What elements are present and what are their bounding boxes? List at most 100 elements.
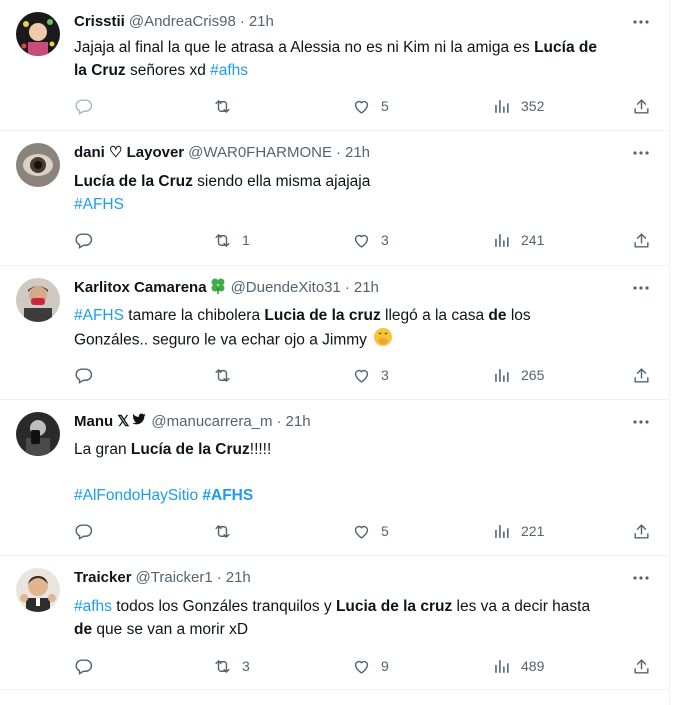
retweet-button[interactable] bbox=[213, 519, 232, 543]
tweet[interactable]: dani ♡ Layover @WAR0FHARMONE · 21h Lucía de … bbox=[0, 131, 669, 266]
hashtag-link[interactable]: #afhs bbox=[74, 598, 112, 615]
like-button[interactable]: 5 bbox=[352, 94, 389, 118]
more-options-icon[interactable] bbox=[631, 412, 651, 432]
timeline: Crisstii @AndreaCris98 · 21h Jajaja al final… bbox=[0, 0, 670, 705]
bold-text: de bbox=[74, 621, 93, 638]
tweet-text: Jajaja al final la que le atrasa a Aless… bbox=[74, 36, 654, 82]
reply-button[interactable] bbox=[74, 94, 93, 118]
heart-icon bbox=[352, 231, 371, 250]
views-count: 265 bbox=[521, 367, 545, 383]
more-options-icon[interactable] bbox=[631, 568, 651, 588]
retweet-button[interactable] bbox=[213, 363, 232, 387]
avatar[interactable] bbox=[16, 12, 60, 56]
timestamp[interactable]: 21h bbox=[286, 412, 311, 432]
text-segment: tamare la chibolera bbox=[123, 307, 265, 324]
views-chart-icon bbox=[492, 97, 511, 116]
tweet[interactable]: Karlitox Camarena @DuendeXito31 · 21h #AFHS … bbox=[0, 266, 669, 400]
reply-button[interactable] bbox=[74, 654, 93, 678]
views-button[interactable]: 241 bbox=[492, 228, 544, 252]
tweet[interactable]: Traicker @Traicker1 · 21h #afhs todos los Go… bbox=[0, 556, 669, 690]
tweet-text: #afhs todos los Gonzáles tranquilos y Lu… bbox=[74, 595, 654, 641]
retweet-button[interactable]: 3 bbox=[213, 654, 250, 678]
avatar[interactable] bbox=[16, 568, 60, 612]
separator-dot: · bbox=[336, 144, 341, 161]
tweet-text-line: #AFHS bbox=[74, 193, 654, 216]
bold-text: Lucía de la Cruz bbox=[74, 173, 193, 190]
tweet-header: Traicker @Traicker1 · 21h bbox=[74, 568, 251, 588]
tweet[interactable]: Crisstii @AndreaCris98 · 21h Jajaja al final… bbox=[0, 0, 669, 131]
user-handle[interactable]: @AndreaCris98 bbox=[129, 12, 236, 32]
tweet-actions: 5 221 bbox=[74, 519, 654, 543]
user-handle[interactable]: @DuendeXito31 bbox=[231, 278, 341, 298]
avatar[interactable] bbox=[16, 278, 60, 322]
text-segment: !!!!! bbox=[249, 441, 272, 458]
views-chart-icon bbox=[492, 231, 511, 250]
views-button[interactable]: 221 bbox=[492, 519, 544, 543]
tweet-text-line: Lucía de la Cruz siendo ella misma ajaja… bbox=[74, 170, 654, 193]
reply-button[interactable] bbox=[74, 363, 93, 387]
avatar[interactable] bbox=[16, 412, 60, 456]
display-name[interactable]: dani ♡ Layover bbox=[74, 143, 184, 163]
hashtag-link[interactable]: #AFHS bbox=[74, 196, 124, 213]
views-count: 221 bbox=[521, 523, 545, 539]
reply-button[interactable] bbox=[74, 519, 93, 543]
more-options-icon[interactable] bbox=[631, 143, 651, 163]
retweet-icon bbox=[213, 366, 232, 385]
like-button[interactable]: 5 bbox=[352, 519, 389, 543]
retweet-icon bbox=[213, 657, 232, 676]
retweet-icon bbox=[213, 522, 232, 541]
user-handle[interactable]: @WAR0FHARMONE bbox=[188, 143, 332, 163]
retweet-button[interactable] bbox=[213, 94, 232, 118]
display-name[interactable]: Karlitox Camarena bbox=[74, 278, 207, 298]
retweet-button[interactable]: 1 bbox=[213, 228, 250, 252]
reply-icon bbox=[74, 522, 93, 541]
share-button[interactable] bbox=[632, 519, 651, 543]
display-name[interactable]: Traicker bbox=[74, 568, 132, 588]
share-button[interactable] bbox=[632, 228, 651, 252]
tweet-actions: 3 9 489 bbox=[74, 654, 654, 678]
tweet-text-line: Gonzáles.. seguro le va echar ojo a Jimm… bbox=[74, 327, 654, 354]
like-button[interactable]: 3 bbox=[352, 228, 389, 252]
likes-count: 5 bbox=[381, 523, 389, 539]
bold-text: de bbox=[488, 307, 507, 324]
tweet-text-line: la Cruz señores xd #afhs bbox=[74, 59, 654, 82]
heart-icon bbox=[352, 657, 371, 676]
tweet-actions: 1 3 241 bbox=[74, 228, 654, 252]
display-name[interactable]: Crisstii bbox=[74, 12, 125, 32]
views-chart-icon bbox=[492, 522, 511, 541]
user-handle[interactable]: @Traicker1 bbox=[136, 568, 213, 588]
more-options-icon[interactable] bbox=[631, 12, 651, 32]
likes-count: 3 bbox=[381, 232, 389, 248]
display-name[interactable]: Manu 𝕏 bbox=[74, 412, 129, 432]
avatar[interactable] bbox=[16, 143, 60, 187]
text-segment: todos los Gonzáles tranquilos y bbox=[111, 598, 336, 615]
share-button[interactable] bbox=[632, 94, 651, 118]
views-button[interactable]: 265 bbox=[492, 363, 544, 387]
hashtag-link[interactable]: #afhs bbox=[210, 62, 248, 79]
like-button[interactable]: 9 bbox=[352, 654, 389, 678]
timestamp[interactable]: 21h bbox=[354, 278, 379, 298]
hashtag-link[interactable]: #AFHS bbox=[202, 487, 253, 504]
tweet-text: Lucía de la Cruz siendo ella misma ajaja… bbox=[74, 170, 654, 216]
user-handle[interactable]: @manucarrera_m bbox=[151, 412, 272, 432]
hashtag-link[interactable]: #AFHS bbox=[74, 307, 124, 324]
more-options-icon[interactable] bbox=[631, 278, 651, 298]
tweet-text: La gran Lucía de la Cruz!!!!! #AlFondoHa… bbox=[74, 438, 654, 507]
tweet[interactable]: Manu 𝕏 @manucarrera_m · 21h La gran Lucía de… bbox=[0, 400, 669, 556]
share-icon bbox=[632, 366, 651, 385]
text-segment: llegó a la casa bbox=[380, 307, 489, 324]
text-segment: que se van a morir xD bbox=[92, 621, 249, 638]
reply-button[interactable] bbox=[74, 228, 93, 252]
share-button[interactable] bbox=[632, 363, 651, 387]
hashtag-link[interactable]: #AlFondoHaySitio bbox=[74, 487, 198, 504]
timestamp[interactable]: 21h bbox=[345, 143, 370, 163]
text-segment: les va a decir hasta bbox=[452, 598, 591, 615]
views-button[interactable]: 489 bbox=[492, 654, 544, 678]
timestamp[interactable]: 21h bbox=[249, 12, 274, 32]
like-button[interactable]: 3 bbox=[352, 363, 389, 387]
bold-text: Lucía de bbox=[534, 39, 597, 56]
views-button[interactable]: 352 bbox=[492, 94, 544, 118]
views-count: 352 bbox=[521, 98, 545, 114]
share-button[interactable] bbox=[632, 654, 651, 678]
timestamp[interactable]: 21h bbox=[226, 568, 251, 588]
